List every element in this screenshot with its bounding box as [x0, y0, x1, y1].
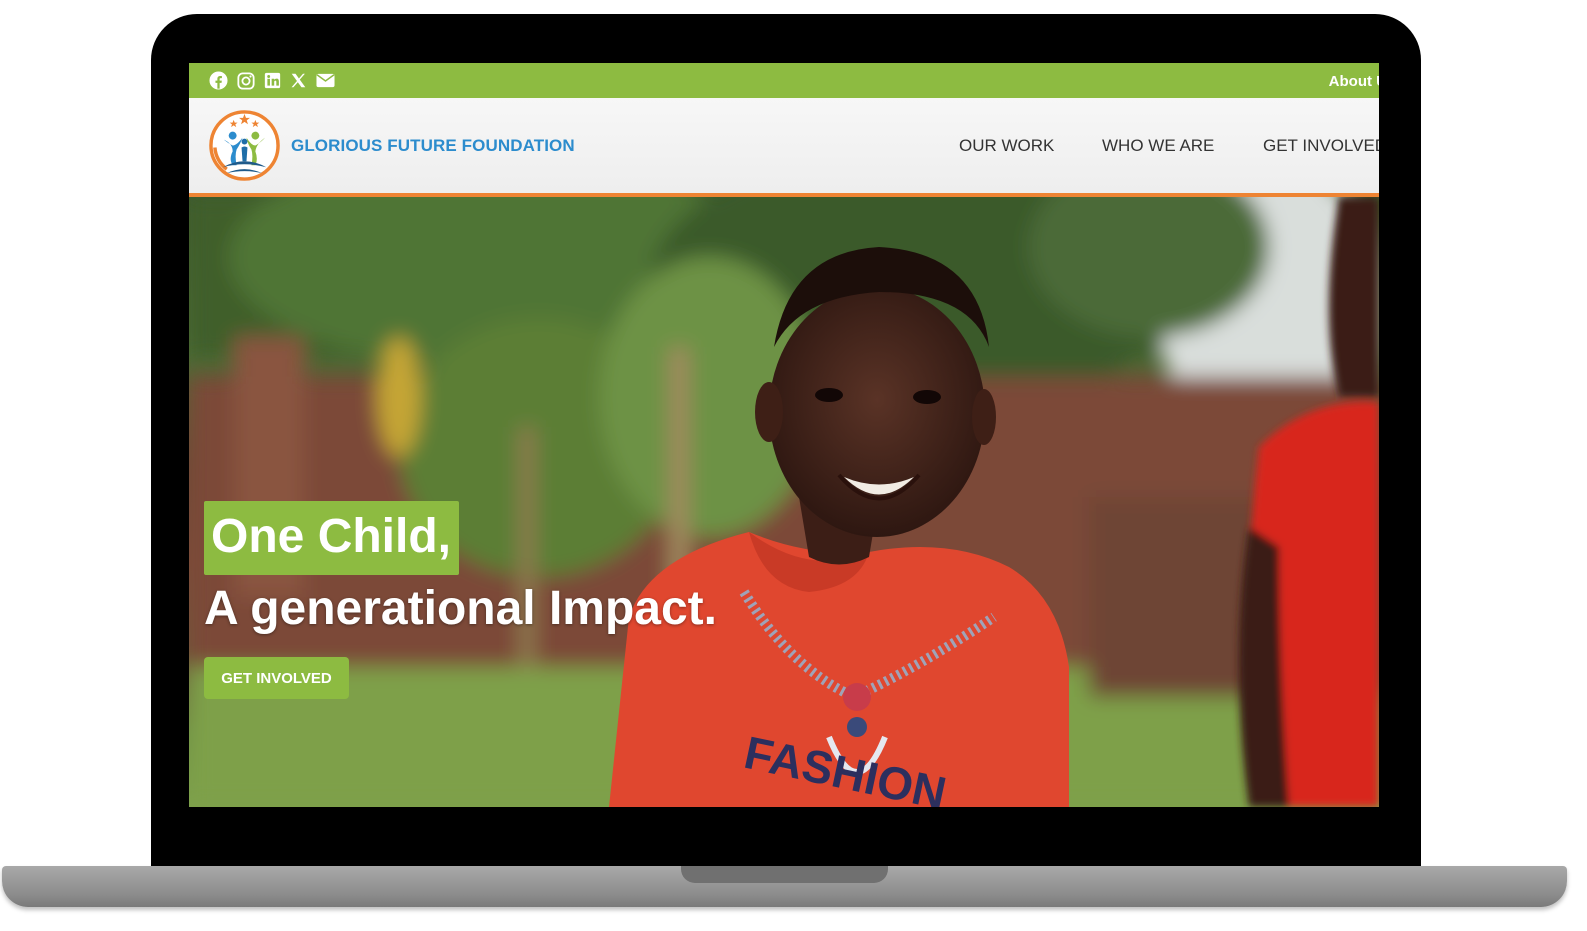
top-bar: About U — [189, 63, 1379, 98]
about-us-link[interactable]: About U — [1329, 73, 1379, 90]
site-header: GLORIOUS FUTURE FOUNDATION OUR WORK WHO … — [189, 98, 1379, 197]
linkedin-icon[interactable] — [264, 72, 281, 89]
x-icon[interactable] — [290, 72, 307, 89]
laptop-notch — [681, 866, 888, 883]
hero-section: FASHION One Child, A generational Impact… — [189, 197, 1379, 807]
facebook-icon[interactable] — [209, 71, 228, 90]
hero-headline-line2: A generational Impact. — [204, 582, 717, 635]
instagram-icon[interactable] — [237, 71, 255, 90]
nav-get-involved[interactable]: GET INVOLVED — [1263, 136, 1379, 156]
nav-who-we-are[interactable]: WHO WE ARE — [1102, 136, 1214, 156]
nav-our-work[interactable]: OUR WORK — [959, 136, 1054, 156]
browser-screen: About U GLORIOUS FUTURE FOUNDATION OUR W… — [189, 63, 1379, 807]
social-links — [209, 71, 335, 90]
hero-headline-line1: One Child, — [204, 501, 459, 575]
brand-name[interactable]: GLORIOUS FUTURE FOUNDATION — [291, 136, 575, 156]
mail-icon[interactable] — [316, 73, 335, 88]
get-involved-button[interactable]: GET INVOLVED — [204, 657, 349, 699]
foundation-logo[interactable] — [207, 108, 282, 183]
